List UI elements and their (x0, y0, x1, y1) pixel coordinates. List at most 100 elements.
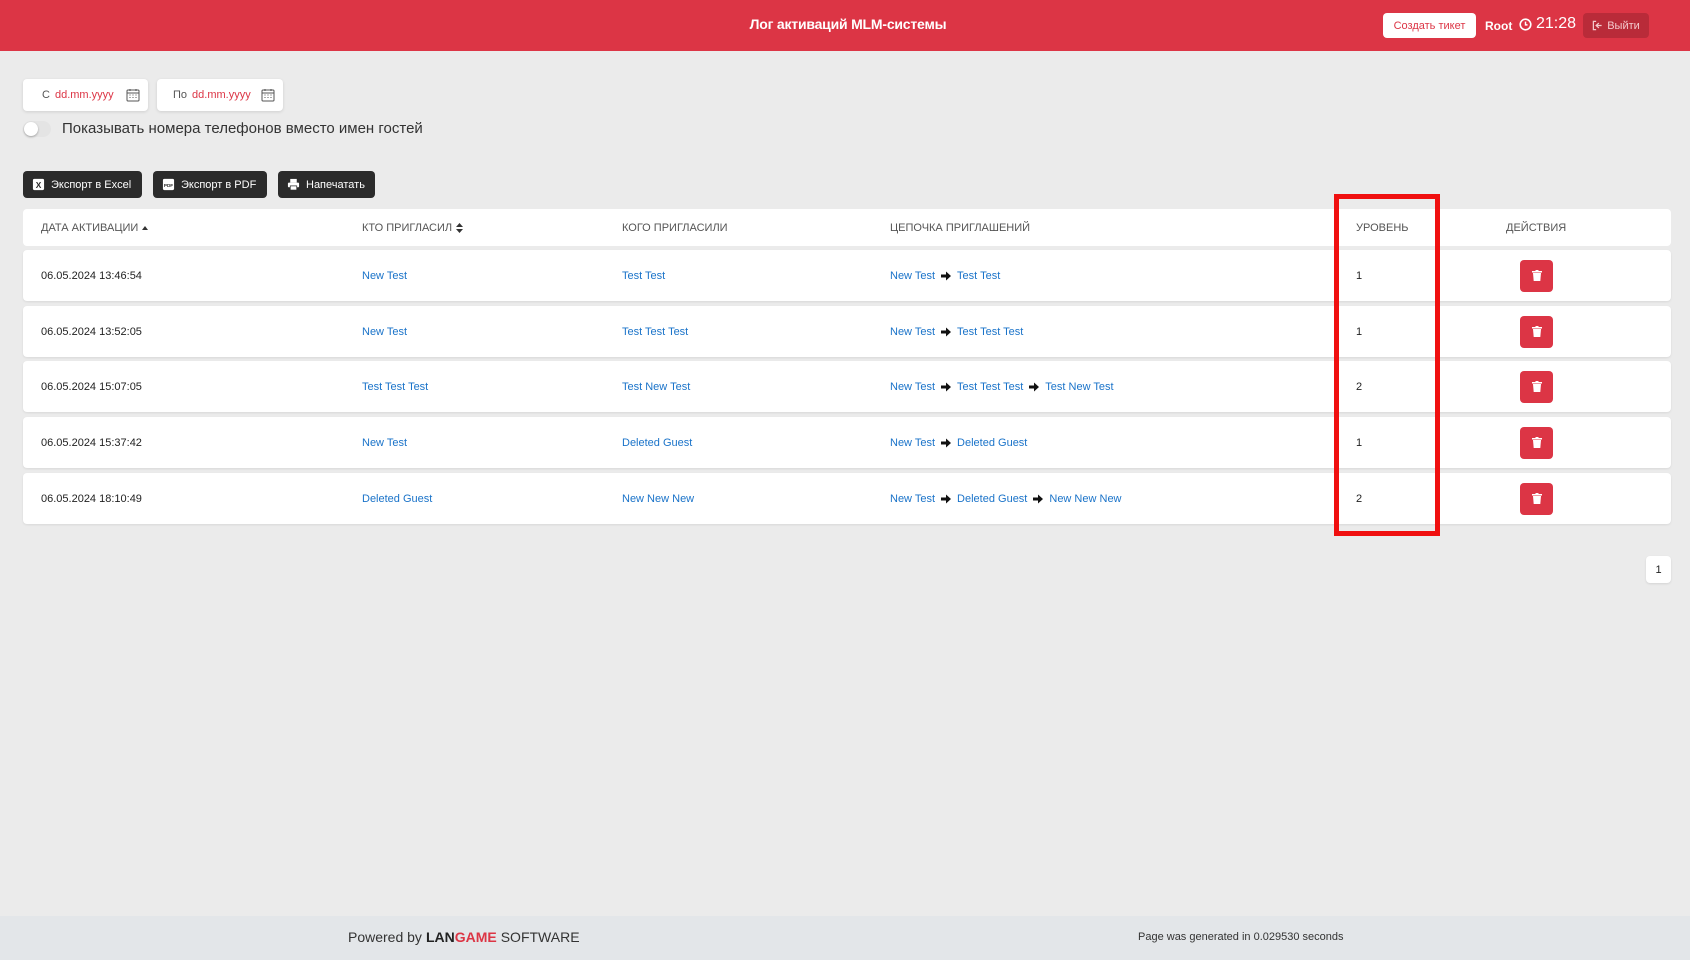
row-date: 06.05.2024 18:10:49 (41, 492, 142, 505)
arrow-right-icon (941, 327, 952, 336)
trash-icon (1531, 270, 1542, 281)
column-header-invitee: Кого пригласили (622, 209, 728, 246)
brand-lan: LAN (425, 929, 455, 945)
row-actions (1520, 306, 1553, 357)
row-invitee-link[interactable]: Test Test Test (622, 306, 688, 357)
date-to-field[interactable]: По dd.mm.yyyy (157, 79, 283, 111)
trash-icon (1531, 326, 1542, 337)
brand-software: SOFTWARE (500, 929, 580, 945)
row-inviter-link[interactable]: Deleted Guest (362, 473, 432, 524)
powered-by: Powered by LANGAME SOFTWARE (348, 929, 580, 945)
pagination-page-1[interactable]: 1 (1646, 556, 1671, 583)
chain-link[interactable]: Deleted Guest (957, 437, 1027, 449)
svg-text:X: X (36, 180, 42, 190)
arrow-right-icon (941, 382, 952, 391)
trash-icon (1531, 437, 1542, 448)
trash-icon (1531, 493, 1542, 504)
arrow-right-icon (941, 438, 952, 447)
arrow-right-icon (1029, 382, 1040, 391)
chain-link[interactable]: New Test (890, 270, 935, 282)
date-to-input[interactable]: dd.mm.yyyy (192, 89, 251, 101)
sort-asc-icon (142, 225, 149, 230)
row-invitee-link[interactable]: Test New Test (622, 361, 690, 412)
chain-link[interactable]: Test Test (957, 270, 1000, 282)
column-header-actions: Действия (1506, 209, 1566, 246)
chain-link[interactable]: New Test (890, 437, 935, 449)
powered-by-label: Powered by (348, 929, 422, 945)
calendar-icon[interactable] (126, 88, 140, 102)
row-date: 06.05.2024 13:52:05 (41, 325, 142, 338)
row-invitee-link[interactable]: New New New (622, 473, 694, 524)
print-button[interactable]: Напечатать (278, 171, 375, 198)
row-chain: New Test Deleted Guest New New New (890, 473, 1122, 524)
row-actions (1520, 250, 1553, 301)
delete-button[interactable] (1520, 482, 1553, 515)
date-to-label: По (173, 89, 188, 101)
arrow-right-icon (941, 494, 952, 503)
clock-icon (1519, 17, 1532, 31)
export-pdf-label: Экспорт в PDF (181, 178, 257, 191)
column-header-label: Действия (1506, 221, 1567, 234)
user-name[interactable]: Root (1485, 19, 1512, 33)
column-header-inviter[interactable]: Кто пригласил (362, 209, 464, 246)
chain-link[interactable]: Test New Test (1045, 381, 1113, 393)
arrow-right-icon (1033, 494, 1044, 503)
generation-time: Page was generated in 0.029530 seconds (1138, 931, 1344, 943)
phone-toggle[interactable] (23, 120, 51, 137)
row-date: 06.05.2024 15:07:05 (41, 380, 142, 393)
logout-label: Выйти (1607, 19, 1640, 32)
calendar-icon[interactable] (261, 88, 275, 102)
level-column-highlight (1334, 194, 1440, 536)
export-excel-button[interactable]: X Экспорт в Excel (23, 171, 142, 198)
chain-link[interactable]: New Test (890, 381, 935, 393)
chain-link[interactable]: Test Test Test (957, 381, 1023, 393)
row-actions (1520, 473, 1553, 524)
column-header-date[interactable]: Дата активации (41, 209, 149, 246)
column-header-label: Кого пригласили (622, 221, 728, 234)
toggle-knob (24, 121, 38, 136)
row-chain: New Test Deleted Guest (890, 417, 1027, 468)
delete-button[interactable] (1520, 259, 1553, 292)
row-inviter-link[interactable]: New Test (362, 306, 407, 357)
delete-button[interactable] (1520, 370, 1553, 403)
row-actions (1520, 417, 1553, 468)
date-from-input[interactable]: dd.mm.yyyy (55, 89, 114, 101)
arrow-right-icon (941, 271, 952, 280)
chain-link[interactable]: New Test (890, 493, 935, 505)
chain-link[interactable]: New Test (890, 326, 935, 338)
row-chain: New Test Test Test (890, 250, 1000, 301)
delete-button[interactable] (1520, 426, 1553, 459)
row-date: 06.05.2024 13:46:54 (41, 269, 142, 282)
export-pdf-button[interactable]: PDF Экспорт в PDF (153, 171, 267, 198)
chain-link[interactable]: Test Test Test (957, 326, 1023, 338)
printer-icon (287, 178, 300, 191)
chain-link[interactable]: Deleted Guest (957, 493, 1027, 505)
row-chain: New Test Test Test Test Test New Test (890, 361, 1114, 412)
date-from-label: С (42, 89, 50, 101)
row-chain: New Test Test Test Test (890, 306, 1023, 357)
phone-toggle-label: Показывать номера телефонов вместо имен … (62, 120, 423, 137)
column-header-label: Дата активации (41, 221, 139, 234)
column-header-label: Цепочка приглашений (890, 221, 1031, 234)
excel-icon: X (32, 178, 45, 191)
create-ticket-button[interactable]: Создать тикет (1383, 13, 1476, 38)
date-from-field[interactable]: С dd.mm.yyyy (23, 79, 148, 111)
brand-logo[interactable]: LANGAME (426, 929, 497, 945)
footer: Powered by LANGAME SOFTWARE Page was gen… (0, 916, 1690, 960)
row-inviter-link[interactable]: New Test (362, 250, 407, 301)
pdf-icon: PDF (162, 178, 175, 191)
delete-button[interactable] (1520, 315, 1553, 348)
top-bar: Лог активаций MLM-системы Создать тикет … (0, 0, 1690, 51)
logout-button[interactable]: Выйти (1583, 13, 1649, 38)
clock-time: 21:28 (1536, 15, 1577, 32)
row-invitee-link[interactable]: Deleted Guest (622, 417, 692, 468)
column-header-chain: Цепочка приглашений (890, 209, 1030, 246)
phone-toggle-row: Показывать номера телефонов вместо имен … (23, 120, 423, 137)
row-actions (1520, 361, 1553, 412)
row-inviter-link[interactable]: Test Test Test (362, 361, 428, 412)
svg-text:PDF: PDF (164, 183, 173, 188)
export-excel-label: Экспорт в Excel (51, 178, 132, 191)
row-inviter-link[interactable]: New Test (362, 417, 407, 468)
row-invitee-link[interactable]: Test Test (622, 250, 665, 301)
chain-link[interactable]: New New New (1049, 493, 1121, 505)
